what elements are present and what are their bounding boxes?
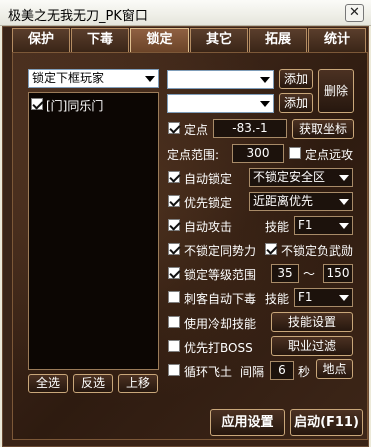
interval-input[interactable]: 6 bbox=[270, 361, 294, 380]
auto-attack-skill-select[interactable]: F1 bbox=[294, 216, 353, 235]
apply-settings-button[interactable]: 应用设置 bbox=[210, 409, 285, 436]
class-filter-button[interactable]: 职业过滤 bbox=[271, 336, 353, 356]
target-select-value: 锁定下框玩家 bbox=[32, 71, 105, 85]
start-button[interactable]: 启动(F11) bbox=[290, 409, 363, 436]
cooldown-skill-label: 使用冷却技能 bbox=[184, 317, 257, 331]
assassin-poison-label: 刺客自动下毒 bbox=[184, 292, 257, 306]
add-combo-1[interactable] bbox=[167, 70, 274, 89]
auto-attack-skill-value: F1 bbox=[298, 218, 313, 232]
tab-extend[interactable]: 拓展 bbox=[249, 28, 307, 52]
cooldown-skill-checkbox[interactable] bbox=[168, 316, 180, 328]
loop-fly-label: 循环飞土 bbox=[184, 365, 233, 379]
chevron-down-icon bbox=[145, 76, 155, 82]
chevron-down-icon bbox=[339, 295, 349, 301]
window-title: 极美之无我无刀_PK窗口 bbox=[8, 9, 148, 24]
range-label: 定点范围: bbox=[167, 148, 220, 162]
level-max-input[interactable]: 150 bbox=[323, 264, 353, 283]
add-button-1[interactable]: 添加 bbox=[279, 69, 313, 89]
priority-lock-select[interactable]: 近距离优先 bbox=[249, 192, 353, 211]
skill-settings-button[interactable]: 技能设置 bbox=[271, 312, 353, 332]
priority-lock-label: 优先锁定 bbox=[184, 196, 233, 210]
list-item[interactable]: [门]同乐门 bbox=[31, 97, 156, 113]
close-button[interactable]: ✕ bbox=[345, 4, 364, 22]
auto-lock-select[interactable]: 不锁定安全区 bbox=[249, 168, 353, 187]
loop-fly-checkbox[interactable] bbox=[168, 364, 180, 376]
chevron-down-icon bbox=[339, 175, 349, 181]
boss-first-label: 优先打BOSS bbox=[184, 341, 253, 355]
delete-button[interactable]: 删除 bbox=[318, 69, 354, 113]
tab-lock[interactable]: 锁定 bbox=[130, 28, 189, 52]
level-range-label: 锁定等级范围 bbox=[184, 268, 257, 282]
no-lock-negative-label: 不锁定负武勋 bbox=[281, 244, 354, 258]
invert-selection-button[interactable]: 反选 bbox=[73, 374, 113, 393]
list-item-checkbox[interactable] bbox=[31, 98, 43, 110]
select-all-button[interactable]: 全选 bbox=[28, 374, 68, 393]
fixed-point-coords[interactable]: -83.-1 bbox=[213, 119, 287, 138]
add-button-2[interactable]: 添加 bbox=[279, 93, 313, 113]
tab-protect[interactable]: 保护 bbox=[12, 28, 70, 52]
tab-poison[interactable]: 下毒 bbox=[71, 28, 129, 52]
auto-lock-select-value: 不锁定安全区 bbox=[253, 170, 326, 184]
title-bar: 极美之无我无刀_PK窗口 ✕ bbox=[0, 0, 371, 26]
auto-attack-label: 自动攻击 bbox=[184, 220, 233, 234]
interval-unit: 秒 bbox=[298, 365, 311, 379]
auto-lock-label: 自动锁定 bbox=[184, 172, 233, 186]
priority-lock-checkbox[interactable] bbox=[168, 195, 180, 207]
level-range-checkbox[interactable] bbox=[168, 267, 180, 279]
add-combo-2[interactable] bbox=[167, 94, 274, 113]
fixed-point-label: 定点 bbox=[184, 123, 209, 137]
fixed-point-checkbox[interactable] bbox=[168, 122, 180, 134]
assassin-poison-skill-value: F1 bbox=[298, 290, 313, 304]
tab-other[interactable]: 其它 bbox=[190, 28, 248, 52]
no-lock-same-force-label: 不锁定同势力 bbox=[184, 244, 257, 258]
chevron-down-icon bbox=[260, 77, 270, 83]
level-range-tilde: ～ bbox=[303, 267, 316, 281]
level-min-input[interactable]: 35 bbox=[271, 264, 299, 283]
no-lock-same-force-checkbox[interactable] bbox=[168, 243, 180, 255]
get-coords-button[interactable]: 获取坐标 bbox=[292, 119, 354, 139]
chevron-down-icon bbox=[339, 223, 349, 229]
range-input[interactable]: 300 bbox=[232, 144, 284, 163]
chevron-down-icon bbox=[339, 199, 349, 205]
assassin-poison-skill-label: 技能 bbox=[265, 292, 290, 306]
assassin-poison-checkbox[interactable] bbox=[168, 291, 180, 303]
auto-lock-checkbox[interactable] bbox=[168, 171, 180, 183]
tab-stats[interactable]: 统计 bbox=[308, 28, 366, 52]
target-select[interactable]: 锁定下框玩家 bbox=[28, 69, 159, 88]
target-list[interactable]: [门]同乐门 bbox=[28, 92, 159, 370]
move-up-button[interactable]: 上移 bbox=[118, 374, 158, 393]
boss-first-checkbox[interactable] bbox=[168, 340, 180, 352]
chevron-down-icon bbox=[260, 101, 270, 107]
no-lock-negative-checkbox[interactable] bbox=[265, 243, 277, 255]
far-attack-label: 定点远攻 bbox=[305, 148, 354, 162]
priority-lock-select-value: 近距离优先 bbox=[253, 194, 314, 208]
location-button[interactable]: 地点 bbox=[316, 359, 353, 379]
far-attack-checkbox[interactable] bbox=[289, 147, 301, 159]
assassin-poison-skill-select[interactable]: F1 bbox=[294, 288, 353, 307]
auto-attack-checkbox[interactable] bbox=[168, 219, 180, 231]
interval-label: 间隔 bbox=[240, 365, 265, 379]
auto-attack-skill-label: 技能 bbox=[265, 220, 290, 234]
list-item-label: [门]同乐门 bbox=[46, 99, 104, 113]
